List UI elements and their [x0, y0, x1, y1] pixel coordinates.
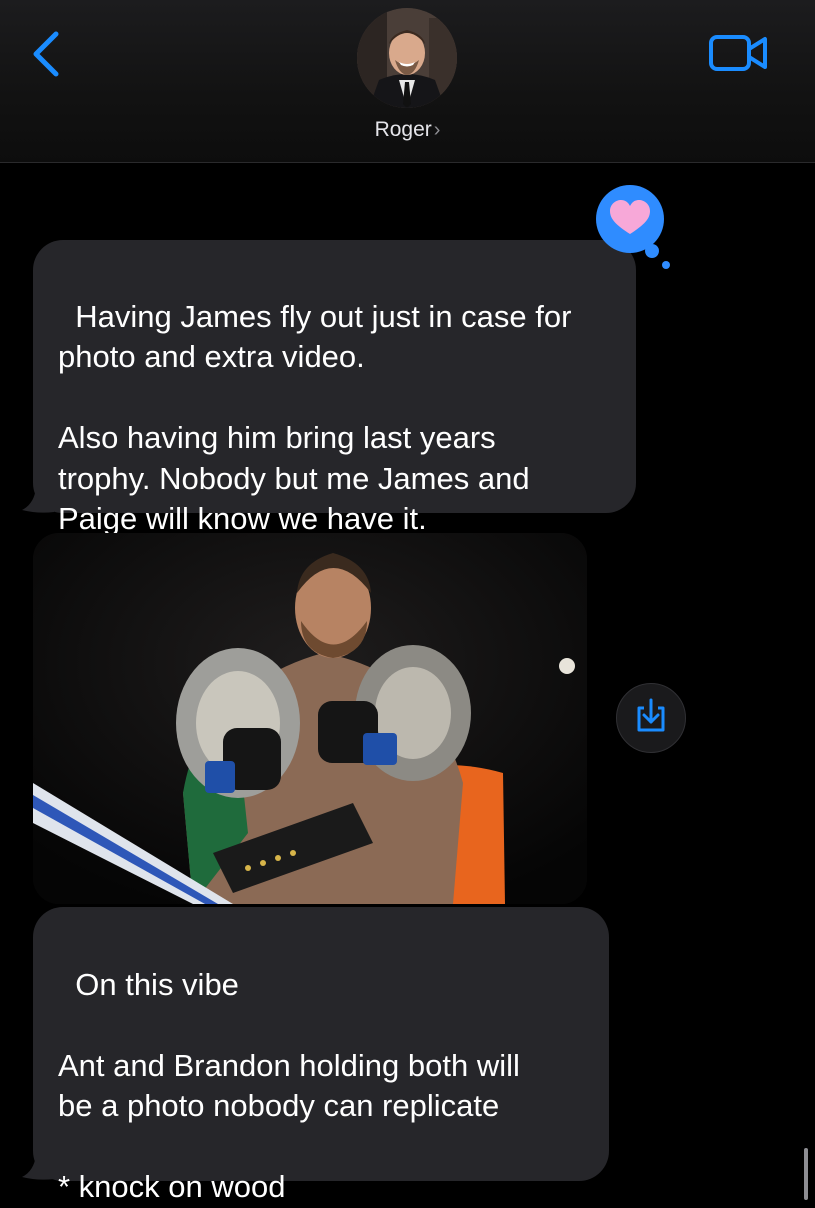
chevron-left-icon — [33, 31, 59, 77]
fighter-photo — [33, 533, 587, 904]
received-message-bubble[interactable]: On this vibe Ant and Brandon holding bot… — [33, 907, 609, 1204]
heart-icon — [596, 185, 670, 269]
bubble-tail — [22, 488, 54, 513]
video-camera-icon — [709, 35, 767, 71]
conversation-header: Roger › — [0, 0, 815, 163]
contact-name: Roger — [374, 118, 432, 141]
back-button[interactable] — [26, 28, 70, 80]
avatar-photo — [357, 8, 457, 108]
save-image-button[interactable] — [616, 683, 686, 753]
image-attachment[interactable] — [33, 533, 587, 904]
heart-reaction[interactable] — [594, 183, 674, 273]
chevron-right-icon: › — [433, 119, 441, 141]
scrollbar[interactable] — [804, 1148, 808, 1200]
facetime-video-button[interactable] — [708, 32, 770, 74]
bubble-tail — [22, 1155, 54, 1180]
download-icon — [637, 698, 665, 732]
contact-avatar[interactable] — [357, 8, 457, 108]
message-text: Having James fly out just in case for ph… — [58, 298, 572, 537]
received-message-bubble[interactable]: Having James fly out just in case for ph… — [33, 240, 636, 536]
contact-name-button[interactable]: Roger › — [0, 118, 815, 142]
message-text: On this vibe Ant and Brandon holding bot… — [58, 966, 520, 1205]
